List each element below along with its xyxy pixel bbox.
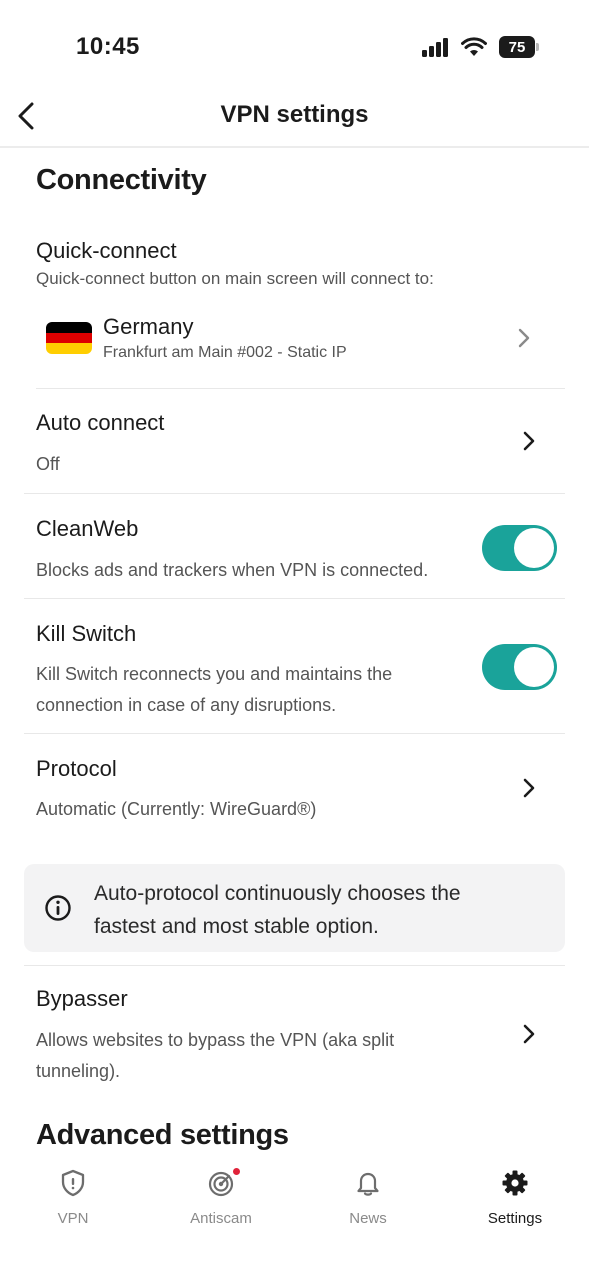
battery-cap: [536, 43, 539, 51]
battery-level: 75: [499, 36, 535, 58]
bypasser-subtitle-line1: Allows websites to bypass the VPN (aka s…: [36, 1030, 395, 1050]
cleanweb-title: CleanWeb: [36, 516, 139, 541]
tab-settings[interactable]: Settings: [455, 1168, 575, 1238]
bypasser-subtitle-line2: tunneling).: [36, 1061, 121, 1081]
tab-label: Antiscam: [190, 1210, 252, 1227]
protocol-value: Automatic (Currently: WireGuard®): [36, 799, 317, 819]
kill-switch-subtitle-line2: connection in case of any disruptions.: [36, 695, 337, 715]
info-icon: [45, 895, 71, 921]
settings-list[interactable]: Connectivity Quick-connect Quick-connect…: [0, 150, 589, 1160]
info-text: Auto-protocol continuously chooses the f…: [94, 877, 544, 943]
gear-icon: [502, 1170, 528, 1196]
divider: [24, 965, 565, 966]
status-icons: 75: [421, 36, 539, 58]
nav-bar: VPN settings: [0, 90, 589, 148]
section-title-connectivity: Connectivity: [36, 164, 207, 196]
divider: [24, 733, 565, 734]
chevron-right-icon: [519, 1022, 539, 1046]
auto-connect-row[interactable]: [0, 390, 589, 493]
germany-flag-icon: [46, 322, 92, 354]
page-title: VPN settings: [220, 101, 369, 128]
kill-switch-title: Kill Switch: [36, 621, 137, 646]
divider: [36, 388, 565, 389]
tab-bar: VPN Antiscam News Settings: [0, 1160, 589, 1280]
tab-label: Settings: [487, 1210, 543, 1227]
toggle-knob: [514, 647, 554, 687]
info-text-line2: fastest and most stable option.: [94, 915, 379, 938]
protocol-title: Protocol: [36, 756, 117, 781]
status-bar: 10:45 75: [0, 0, 589, 90]
cleanweb-toggle[interactable]: [482, 525, 557, 571]
toggle-knob: [514, 528, 554, 568]
section-title-advanced: Advanced settings: [36, 1119, 289, 1151]
divider: [24, 493, 565, 494]
wifi-icon: [461, 37, 487, 56]
bell-icon: [357, 1172, 379, 1196]
status-time: 10:45: [76, 33, 140, 60]
radar-icon: [208, 1171, 234, 1197]
protocol-row[interactable]: [0, 735, 589, 845]
cellular-signal-icon: [422, 38, 448, 57]
quick-connect-country: Germany: [103, 314, 194, 339]
kill-switch-subtitle-line1: Kill Switch reconnects you and maintains…: [36, 664, 393, 684]
bypasser-title: Bypasser: [36, 986, 128, 1011]
tab-label: VPN: [57, 1210, 89, 1227]
shield-icon: [61, 1169, 85, 1197]
info-text-line1: Auto-protocol continuously chooses the: [94, 882, 461, 905]
tab-label: News: [349, 1210, 387, 1227]
quick-connect-title: Quick-connect: [36, 238, 177, 263]
tab-vpn[interactable]: VPN: [13, 1168, 133, 1238]
chevron-right-icon: [514, 326, 534, 350]
chevron-right-icon: [519, 776, 539, 800]
battery-indicator: 75: [499, 36, 539, 58]
divider: [24, 598, 565, 599]
tab-antiscam[interactable]: Antiscam: [161, 1168, 281, 1238]
chevron-right-icon: [519, 429, 539, 453]
auto-connect-title: Auto connect: [36, 410, 165, 435]
quick-connect-subtitle: Quick-connect button on main screen will…: [36, 269, 434, 288]
auto-connect-value: Off: [36, 454, 60, 474]
tab-news[interactable]: News: [308, 1168, 428, 1238]
auto-protocol-info-box: Auto-protocol continuously chooses the f…: [24, 864, 565, 952]
cleanweb-subtitle: Blocks ads and trackers when VPN is conn…: [36, 560, 429, 580]
notification-badge: [233, 1168, 240, 1175]
quick-connect-server: Frankfurt am Main #002 - Static IP: [103, 344, 347, 361]
kill-switch-toggle[interactable]: [482, 644, 557, 690]
